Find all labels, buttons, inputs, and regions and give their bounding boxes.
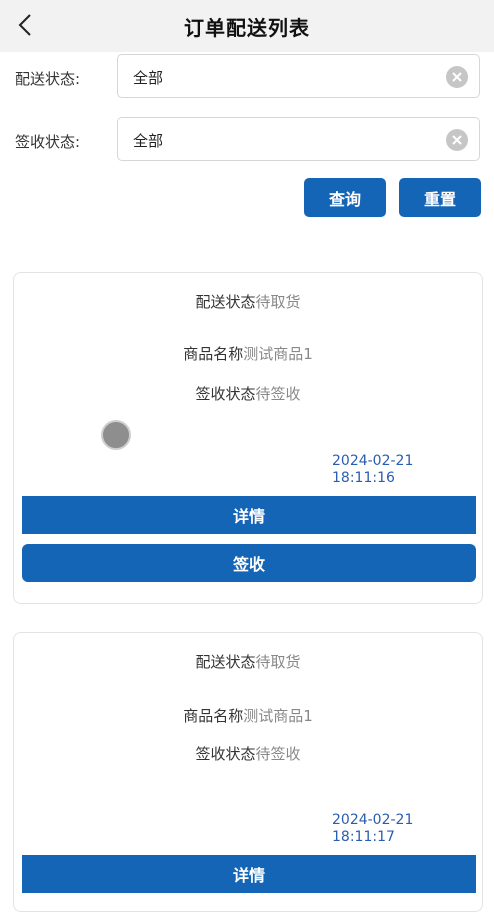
sign-status-line: 签收状态待签收 <box>14 743 482 764</box>
sign-status-label: 签收状态 <box>195 385 256 403</box>
product-name-label: 商品名称 <box>183 345 244 363</box>
delivery-status-value: 待取货 <box>255 653 301 671</box>
delivery-status-select[interactable]: 全部 <box>117 54 480 98</box>
delivery-status-line: 配送状态待取货 <box>14 651 482 672</box>
detail-button[interactable]: 详情 <box>22 855 476 893</box>
filter-delivery-status: 配送状态: 全部 <box>0 54 494 100</box>
product-name-label: 商品名称 <box>183 707 244 725</box>
sign-status-label: 签收状态 <box>195 745 256 763</box>
timestamp-date: 2024-02-21 <box>332 812 414 828</box>
timestamp-time: 18:11:17 <box>332 829 395 845</box>
sign-status-value: 待签收 <box>255 745 301 763</box>
timestamp: 2024-02-21 18:11:17 <box>332 812 413 846</box>
loading-dot-icon <box>101 420 131 450</box>
clear-icon[interactable] <box>446 66 468 88</box>
product-name-line: 商品名称测试商品1 <box>14 343 482 364</box>
filter-label: 配送状态: <box>15 70 81 88</box>
order-card: 配送状态待取货 商品名称测试商品1 签收状态待签收 2024-02-21 18:… <box>13 632 483 912</box>
sign-status-line: 签收状态待签收 <box>14 383 482 404</box>
delivery-status-label: 配送状态 <box>195 293 256 311</box>
product-name-value: 测试商品1 <box>243 345 313 363</box>
sign-status-select[interactable]: 全部 <box>117 117 480 161</box>
delivery-status-value: 待取货 <box>255 293 301 311</box>
sign-button[interactable]: 签收 <box>22 544 476 582</box>
top-bar: 订单配送列表 <box>0 0 494 52</box>
filter-label: 签收状态: <box>15 133 81 151</box>
product-name-value: 测试商品1 <box>243 707 313 725</box>
sign-status-value: 待签收 <box>255 385 301 403</box>
query-button[interactable]: 查询 <box>304 178 386 217</box>
delivery-status-label: 配送状态 <box>195 653 256 671</box>
order-card: 配送状态待取货 商品名称测试商品1 签收状态待签收 2024-02-21 18:… <box>13 272 483 604</box>
clear-icon[interactable] <box>446 129 468 151</box>
delivery-status-line: 配送状态待取货 <box>14 291 482 312</box>
filter-value: 全部 <box>133 132 164 150</box>
timestamp: 2024-02-21 18:11:16 <box>332 453 413 487</box>
filter-value: 全部 <box>133 69 164 87</box>
reset-button[interactable]: 重置 <box>399 178 481 217</box>
product-name-line: 商品名称测试商品1 <box>14 705 482 726</box>
detail-button[interactable]: 详情 <box>22 496 476 534</box>
filter-sign-status: 签收状态: 全部 <box>0 117 494 163</box>
page-title: 订单配送列表 <box>184 16 310 40</box>
timestamp-time: 18:11:16 <box>332 470 395 486</box>
timestamp-date: 2024-02-21 <box>332 453 414 469</box>
